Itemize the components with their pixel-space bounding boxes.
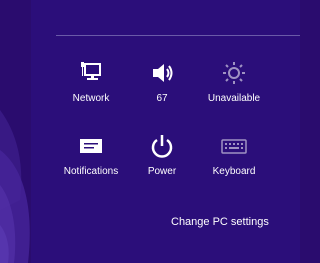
- change-pc-settings-link[interactable]: Change PC settings: [171, 216, 269, 228]
- divider: [56, 35, 300, 36]
- power-tile[interactable]: Power: [127, 133, 197, 193]
- settings-charm-screen: Network 67 Unavailable Notifications Pow…: [0, 0, 300, 263]
- power-icon: [151, 135, 173, 158]
- keyboard-label: Keyboard: [212, 166, 256, 177]
- brightness-tile[interactable]: Unavailable: [199, 60, 269, 120]
- volume-tile[interactable]: 67: [127, 60, 197, 120]
- volume-label: 67: [156, 93, 168, 104]
- brightness-label: Unavailable: [207, 93, 261, 104]
- network-tile[interactable]: Network: [56, 60, 126, 120]
- keyboard-tile[interactable]: Keyboard: [199, 133, 269, 193]
- network-label: Network: [72, 93, 110, 104]
- notifications-label: Notifications: [63, 166, 119, 177]
- notifications-icon: [80, 139, 102, 153]
- settings-charm-panel: Network 67 Unavailable Notifications Pow…: [31, 0, 300, 263]
- notifications-tile[interactable]: Notifications: [56, 133, 126, 193]
- brightness-icon: [223, 62, 245, 84]
- volume-icon: [153, 64, 173, 82]
- keyboard-icon: [221, 139, 247, 154]
- network-icon: [81, 62, 101, 80]
- power-label: Power: [147, 166, 177, 177]
